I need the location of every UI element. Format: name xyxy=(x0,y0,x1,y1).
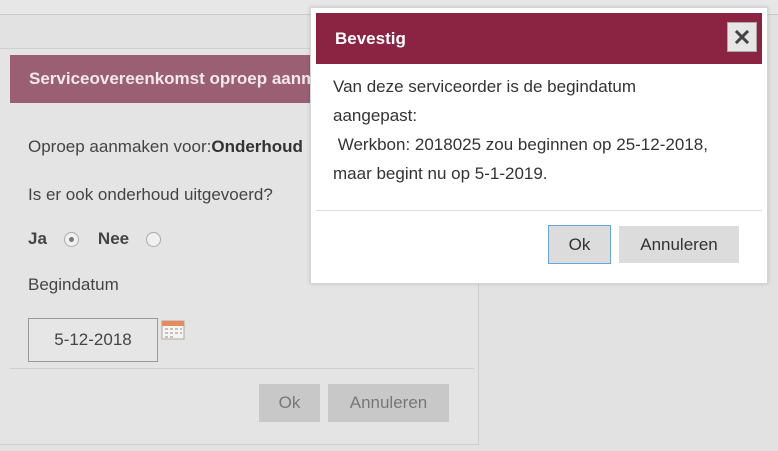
create-call-label: Oproep aanmaken voor: xyxy=(28,137,212,156)
start-date-input[interactable]: 5-12-2018 xyxy=(28,318,158,362)
service-call-cancel-button[interactable]: Annuleren xyxy=(328,384,449,422)
message-line: Werkbon: 2018025 zou beginnen op 25-12-2… xyxy=(333,135,708,154)
radio-no[interactable] xyxy=(146,231,162,247)
close-icon xyxy=(734,29,750,45)
confirm-message: Van deze serviceorder is de begindatum a… xyxy=(333,72,753,188)
confirm-cancel-button[interactable]: Annuleren xyxy=(619,226,739,263)
calendar-icon[interactable] xyxy=(161,320,185,340)
create-call-value: Onderhoud xyxy=(211,137,303,156)
message-line: aangepast: xyxy=(333,106,418,125)
confirm-footer-divider xyxy=(316,210,762,211)
message-line: Van deze serviceorder is de begindatum xyxy=(333,77,637,96)
radio-yes[interactable] xyxy=(63,231,79,247)
radio-no-label: Nee xyxy=(97,229,130,248)
service-call-ok-button[interactable]: Ok xyxy=(259,384,320,422)
confirm-dialog-header: Bevestig xyxy=(316,13,762,64)
maintenance-question: Is er ook onderhoud uitgevoerd? xyxy=(28,185,273,204)
confirm-ok-button[interactable]: Ok xyxy=(548,225,611,264)
close-button[interactable] xyxy=(727,22,757,52)
message-line: maar begint nu op 5-1-2019. xyxy=(333,164,548,183)
confirm-dialog: Bevestig Van deze serviceorder is de beg… xyxy=(310,7,768,284)
confirm-dialog-title: Bevestig xyxy=(335,29,406,48)
start-date-label: Begindatum xyxy=(28,275,119,294)
maintenance-radio-group: Ja Nee xyxy=(28,229,162,249)
service-call-footer-divider xyxy=(10,368,474,369)
create-call-row: Oproep aanmaken voor:Onderhoud xyxy=(28,137,303,157)
radio-yes-label: Ja xyxy=(28,229,47,248)
